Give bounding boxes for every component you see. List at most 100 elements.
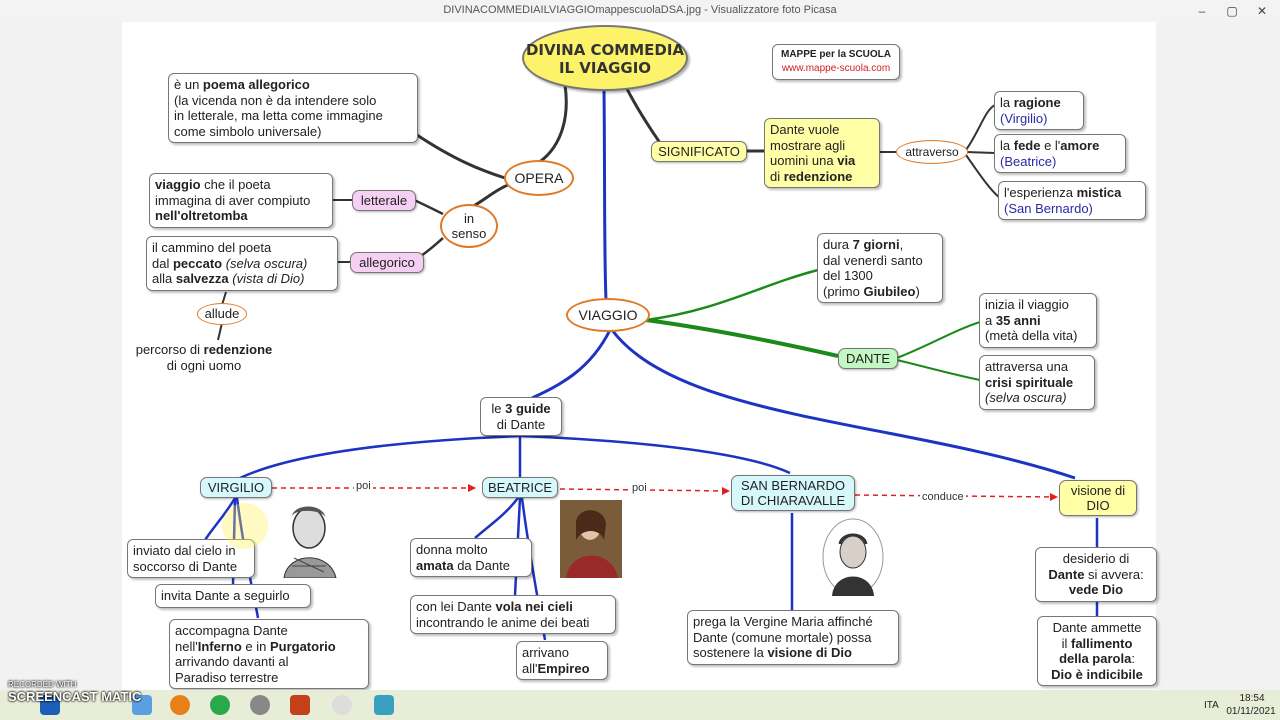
text-bold: Giubileo xyxy=(863,283,916,299)
ragione-box: la ragione (Virgilio) xyxy=(994,91,1084,130)
text: soccorso di Dante xyxy=(133,558,238,574)
text: di Dante xyxy=(496,416,546,432)
text: dura xyxy=(823,237,853,252)
letterale-node: letterale xyxy=(352,190,416,211)
desiderio-box: desiderio di Dante si avvera: vede Dio xyxy=(1035,547,1157,602)
bernardo-portrait xyxy=(822,518,884,596)
text: l'esperienza xyxy=(1004,185,1077,200)
chrome-icon[interactable] xyxy=(210,695,230,715)
fede-box: la fede e l'amore (Beatrice) xyxy=(994,134,1126,173)
text-bold: redenzione xyxy=(203,342,273,357)
text: arrivando davanti al xyxy=(175,654,289,669)
beatrice-node: BEATRICE xyxy=(482,477,558,498)
text: con lei Dante xyxy=(416,599,496,614)
poi-label-2: poi xyxy=(630,482,649,494)
letterale-description: viaggio che il poeta immagina di aver co… xyxy=(149,173,333,228)
map-title-line2: IL VIAGGIO xyxy=(558,59,652,77)
bernardo-node: SAN BERNARDO DI CHIARAVALLE xyxy=(731,475,855,511)
text-bold: fallimento xyxy=(1070,635,1133,651)
text: attraversa una xyxy=(985,359,1069,374)
text: (la vicenda non è da intendere solo xyxy=(174,92,377,108)
text: DI CHIARAVALLE xyxy=(740,493,846,508)
text: visione di xyxy=(1070,483,1126,498)
text: da Dante xyxy=(453,557,510,573)
text: che il poeta xyxy=(200,177,271,192)
text: inizia il viaggio xyxy=(985,297,1069,312)
text: in xyxy=(463,211,475,226)
text-bold: Dante xyxy=(1048,566,1085,582)
mistica-box: l'esperienza mistica (San Bernardo) xyxy=(998,181,1146,220)
text: sostenere la xyxy=(693,645,768,660)
text: ) xyxy=(915,283,920,299)
text: il xyxy=(1061,635,1071,651)
accompagna-box: accompagna Dante nell'Inferno e in Purga… xyxy=(169,619,369,689)
text-bold: vola nei cieli xyxy=(495,599,573,614)
record-icon[interactable] xyxy=(332,695,352,715)
beatrice-portrait xyxy=(560,500,622,578)
watermark-line3: MATIC xyxy=(101,689,142,704)
text-bold: 35 anni xyxy=(995,312,1041,328)
text: (Virgilio) xyxy=(1000,110,1048,126)
text: dal xyxy=(152,255,173,271)
watermark-line2: SCREENCAST xyxy=(8,689,98,704)
text: Dante (comune mortale) possa xyxy=(693,629,872,645)
text-bold: redenzione xyxy=(783,168,853,184)
watermark-line1: RECORDED WITH xyxy=(8,680,77,689)
text-bold: della parola xyxy=(1059,651,1132,666)
taskbar: ITA 18:54 01/11/2021 xyxy=(0,690,1280,720)
text: prega la Vergine Maria affinché xyxy=(693,614,873,629)
text-bold: nell'oltretomba xyxy=(155,208,248,223)
photo-viewer-icon[interactable] xyxy=(374,695,394,715)
language-indicator[interactable]: ITA xyxy=(1204,700,1219,711)
inizia-box: inizia il viaggio a 35 anni (metà della … xyxy=(979,293,1097,348)
visione-node: visione di DIO xyxy=(1059,480,1137,516)
text-bold: 3 guide xyxy=(505,401,551,416)
text: e l' xyxy=(1040,138,1061,153)
arrivano-box: arrivano all'Empireo xyxy=(516,641,608,680)
durata-box: dura 7 giorni, dal venerdì santo del 130… xyxy=(817,233,943,303)
map-title-line1: DIVINA COMMEDIA xyxy=(525,41,685,59)
text-bold: fede xyxy=(1013,138,1041,153)
text: le xyxy=(491,401,506,416)
text: nell' xyxy=(175,638,198,654)
app-icon[interactable] xyxy=(250,695,270,715)
text-bold: crisi spirituale xyxy=(985,374,1074,390)
text-bold: Inferno xyxy=(197,638,242,654)
text: la xyxy=(1000,138,1014,153)
text: Dante ammette xyxy=(1052,620,1142,635)
powerpoint-icon[interactable] xyxy=(290,695,310,715)
con-lei-box: con lei Dante vola nei cieli incontrando… xyxy=(410,595,616,634)
text: accompagna Dante xyxy=(175,623,288,638)
text: in letterale, ma letta come immagine xyxy=(174,108,383,123)
text: Dante vuole xyxy=(770,122,840,137)
text: alla xyxy=(152,271,176,286)
text: dal venerdì santo xyxy=(823,252,923,268)
firefox-icon[interactable] xyxy=(170,695,190,715)
ammette-box: Dante ammette il fallimento della parola… xyxy=(1037,616,1157,686)
clock-date[interactable]: 01/11/2021 xyxy=(1226,706,1276,717)
in-senso-node: in senso xyxy=(440,204,498,248)
text: è un xyxy=(174,77,203,92)
text-bold: poema allegorico xyxy=(202,77,310,92)
text: desiderio di xyxy=(1062,551,1130,566)
text: uomini una xyxy=(770,153,838,168)
clock-time[interactable]: 18:54 xyxy=(1232,693,1272,704)
text: DIO xyxy=(1086,498,1110,513)
conduce-label: conduce xyxy=(920,491,966,503)
text-italic: (selva oscura) xyxy=(222,255,308,271)
text: di ogni uomo xyxy=(166,357,242,373)
virgilio-portrait xyxy=(283,506,337,578)
allegorico-description: il cammino del poeta dal peccato (selva … xyxy=(146,236,338,291)
text: (metà della vita) xyxy=(985,328,1078,343)
crisi-box: attraversa una crisi spirituale (selva o… xyxy=(979,355,1095,410)
text-bold: via xyxy=(837,153,856,168)
significato-node: SIGNIFICATO xyxy=(651,141,747,162)
text: (San Bernardo) xyxy=(1004,200,1093,216)
allegorico-node: allegorico xyxy=(350,252,424,273)
text-bold: 7 giorni xyxy=(852,237,900,252)
text: SAN BERNARDO xyxy=(740,478,846,493)
text: : xyxy=(1131,651,1135,666)
text-bold: visione di Dio xyxy=(767,645,852,660)
text: a xyxy=(985,312,996,328)
text: il cammino del poeta xyxy=(152,240,272,255)
